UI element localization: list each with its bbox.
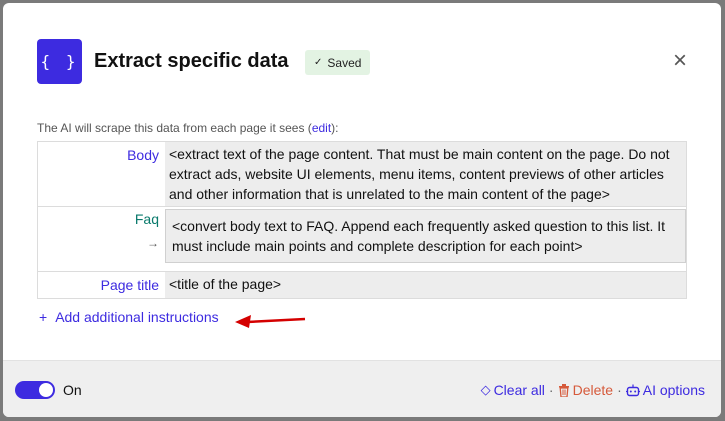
field-row-page-title: Page title <title of the page> xyxy=(37,272,687,299)
saved-badge-label: Saved xyxy=(327,55,362,70)
ai-options-label: AI options xyxy=(642,382,705,398)
dialog-title: Extract specific data xyxy=(94,50,289,72)
separator: · xyxy=(617,382,622,398)
intro-text: The AI will scrape this data from each p… xyxy=(37,121,339,135)
field-value[interactable]: <convert body text to FAQ. Append each f… xyxy=(165,209,686,263)
intro-text-before: The AI will scrape this data from each p… xyxy=(37,121,312,135)
eraser-icon: ◇ xyxy=(480,382,491,397)
enabled-toggle[interactable] xyxy=(15,381,55,399)
extract-data-dialog: { } Extract specific data ✓ Saved × The … xyxy=(3,3,721,417)
intro-text-after: ): xyxy=(331,121,339,135)
red-arrow-annotation-icon xyxy=(235,315,306,328)
field-value[interactable]: <title of the page> xyxy=(165,272,687,298)
field-key[interactable]: Page title xyxy=(37,272,165,298)
field-value[interactable]: <extract text of the page content. That … xyxy=(165,142,687,206)
toggle-knob xyxy=(39,383,53,397)
separator: · xyxy=(548,382,554,398)
field-row-body: Body <extract text of the page content. … xyxy=(37,141,687,207)
close-icon[interactable]: × xyxy=(669,49,691,73)
curly-braces-icon: { } xyxy=(37,39,82,84)
field-row-faq: Faq → <convert body text to FAQ. Append … xyxy=(37,207,687,272)
ai-options-button[interactable]: AI options xyxy=(625,382,705,398)
field-key: Faq xyxy=(134,211,159,227)
footer-actions: ◇ Clear all · Delete · AI options xyxy=(481,382,705,398)
saved-badge: ✓ Saved xyxy=(305,50,371,75)
dialog-header: { } Extract specific data ✓ Saved × xyxy=(37,39,697,85)
toggle-label: On xyxy=(63,382,82,398)
field-key-faq[interactable]: Faq → xyxy=(37,207,165,271)
nested-arrow-icon: → xyxy=(147,236,159,250)
edit-link[interactable]: edit xyxy=(312,121,331,135)
trash-icon xyxy=(558,383,569,397)
clear-all-label: Clear all xyxy=(493,382,545,398)
fields-table: Body <extract text of the page content. … xyxy=(37,141,687,299)
delete-label: Delete xyxy=(572,382,614,398)
field-key[interactable]: Body xyxy=(37,142,165,206)
dialog-footer: On ◇ Clear all · Delete · AI options xyxy=(3,360,721,417)
clear-all-button[interactable]: ◇ Clear all xyxy=(481,382,545,398)
delete-button[interactable]: Delete xyxy=(558,382,613,398)
add-instructions-label: Add additional instructions xyxy=(55,309,219,325)
robot-icon xyxy=(625,384,640,396)
plus-icon: + xyxy=(39,309,48,325)
field-value-wrapper: <convert body text to FAQ. Append each f… xyxy=(165,207,687,271)
checkmark-icon: ✓ xyxy=(314,57,323,68)
add-instructions-link[interactable]: + Add additional instructions xyxy=(39,309,219,325)
